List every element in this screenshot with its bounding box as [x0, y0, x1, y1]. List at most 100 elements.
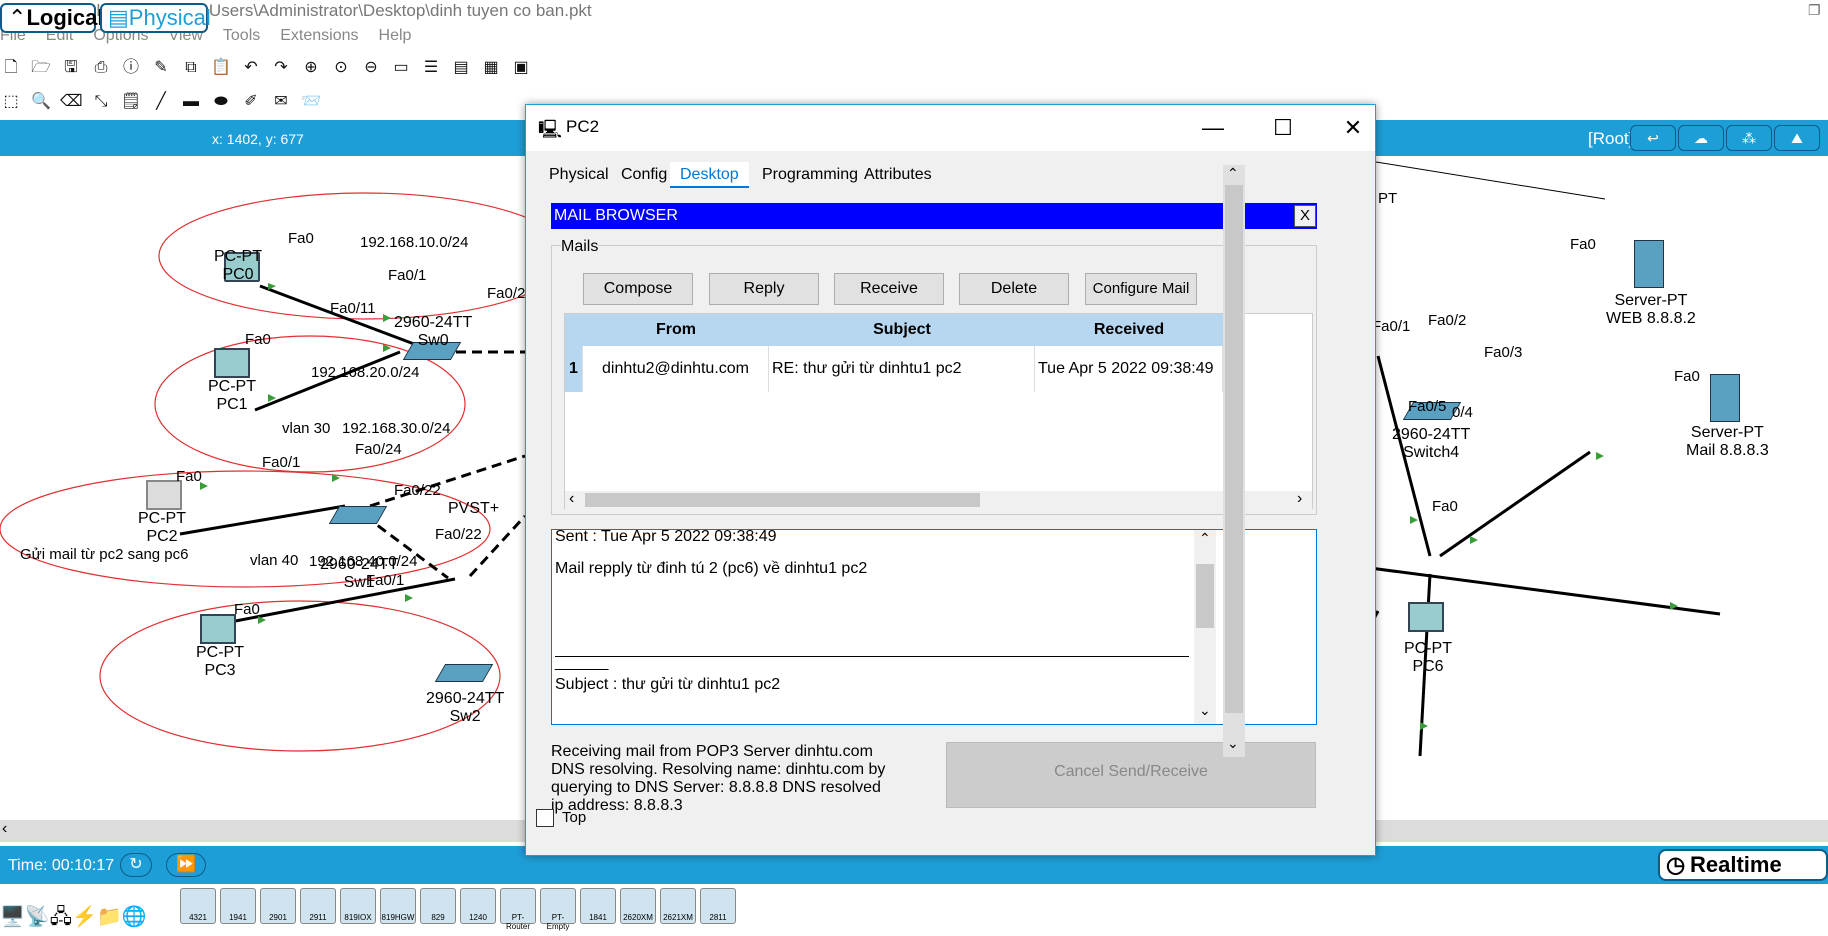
- screenshot-icon[interactable]: ▣: [510, 57, 532, 79]
- back-icon[interactable]: ↩: [1630, 125, 1676, 151]
- network-info-icon[interactable]: ▦: [480, 57, 502, 79]
- col-subject[interactable]: Subject: [769, 314, 1035, 346]
- tab-programming[interactable]: Programming: [752, 162, 868, 188]
- mountain-icon[interactable]: ⛰: [1774, 125, 1820, 151]
- power-cycle-icon[interactable]: ↻: [120, 853, 152, 877]
- tray-device[interactable]: 4321: [180, 888, 216, 924]
- freeform-icon[interactable]: ✐: [240, 91, 262, 113]
- zoom-out-icon[interactable]: ⊖: [360, 57, 382, 79]
- open-icon[interactable]: 🗁: [30, 57, 52, 79]
- tray-device[interactable]: 1841: [580, 888, 616, 924]
- tab-config[interactable]: Config: [611, 162, 677, 188]
- minimize-button[interactable]: —: [1188, 111, 1238, 145]
- copy-icon[interactable]: ⧉: [180, 57, 202, 79]
- sw0-label: 2960-24TT Sw0: [394, 314, 473, 349]
- configure-mail-button[interactable]: Configure Mail: [1085, 273, 1197, 305]
- compose-button[interactable]: Compose: [583, 273, 693, 305]
- notes-icon[interactable]: ▤: [450, 57, 472, 79]
- chevron-left-icon[interactable]: ‹: [569, 490, 574, 508]
- menu-help[interactable]: Help: [379, 27, 412, 44]
- inspect-icon[interactable]: 🔍: [30, 91, 52, 113]
- physical-tab[interactable]: ▤Physical: [100, 3, 211, 33]
- simple-pdu-icon[interactable]: ✉: [270, 91, 292, 113]
- delete-icon[interactable]: ⌫: [60, 91, 83, 113]
- zoom-in-icon[interactable]: ⊕: [300, 57, 322, 79]
- select-icon[interactable]: ⬚: [0, 91, 22, 113]
- tray-device[interactable]: 819HGW: [380, 888, 416, 924]
- reply-button[interactable]: Reply: [709, 273, 819, 305]
- tab-physical[interactable]: Physical: [539, 162, 619, 188]
- tray-device[interactable]: 1941: [220, 888, 256, 924]
- pc1-icon[interactable]: [214, 348, 250, 378]
- ellipse-icon[interactable]: ⬬: [210, 91, 232, 113]
- line-icon[interactable]: ╱: [150, 91, 172, 113]
- pc6-icon[interactable]: [1408, 602, 1444, 632]
- tray-device[interactable]: 2911: [300, 888, 336, 924]
- chevron-up-icon[interactable]: ⌃: [1227, 165, 1239, 182]
- rectangle-icon[interactable]: ▬: [180, 91, 202, 113]
- cell-subject[interactable]: RE: thư gửi từ dinhtu1 pc2: [769, 346, 1035, 392]
- tray-device[interactable]: 819IOX: [340, 888, 376, 924]
- top-checkbox[interactable]: [536, 809, 554, 827]
- desktop-vscrollbar[interactable]: ⌃ ⌄: [1223, 165, 1245, 757]
- tray-device[interactable]: PT-Router: [500, 888, 536, 931]
- undo-icon[interactable]: ↶: [240, 57, 262, 79]
- scroll-thumb[interactable]: [1196, 564, 1214, 628]
- chevron-up-icon[interactable]: ⌃: [1199, 530, 1211, 547]
- tray-device[interactable]: PT-Empty: [540, 888, 576, 931]
- logical-tab[interactable]: ⌃Logical: [0, 3, 103, 33]
- cloud-icon[interactable]: ☁: [1678, 125, 1724, 151]
- row-number[interactable]: 1: [565, 346, 583, 392]
- table-hscrollbar[interactable]: ‹ ›: [565, 490, 1312, 509]
- tray-device[interactable]: 2620XM: [620, 888, 656, 924]
- print-icon[interactable]: ⎙: [90, 57, 112, 79]
- tray-device[interactable]: 829: [420, 888, 456, 924]
- cell-from[interactable]: dinhtu2@dinhtu.com: [583, 346, 769, 392]
- scroll-thumb[interactable]: [1225, 185, 1243, 713]
- fast-forward-icon[interactable]: ⏩: [166, 853, 206, 877]
- cell-received[interactable]: Tue Apr 5 2022 09:38:49: [1035, 346, 1223, 392]
- menu-tools[interactable]: Tools: [223, 27, 260, 44]
- pc3-icon[interactable]: [200, 614, 236, 644]
- chevron-down-icon[interactable]: ⌄: [1227, 735, 1239, 752]
- chevron-left-icon[interactable]: ‹: [2, 820, 7, 838]
- cluster-icon[interactable]: ⁂: [1726, 125, 1772, 151]
- cancel-send-receive-button[interactable]: Cancel Send/Receive: [946, 742, 1316, 808]
- receive-button[interactable]: Receive: [834, 273, 944, 305]
- custom-devices-icon[interactable]: ☰: [420, 57, 442, 79]
- scroll-thumb[interactable]: [585, 493, 980, 507]
- chevron-right-icon[interactable]: ›: [1297, 490, 1302, 508]
- wizard-icon[interactable]: ✎: [150, 57, 172, 79]
- tray-device[interactable]: 1240: [460, 888, 496, 924]
- new-icon[interactable]: 🗋: [0, 57, 22, 79]
- message-vscrollbar[interactable]: ⌃ ⌄: [1194, 530, 1216, 724]
- paste-icon[interactable]: 📋: [210, 57, 232, 79]
- note-icon[interactable]: 🗒: [120, 91, 142, 113]
- chevron-down-icon[interactable]: ⌄: [1199, 702, 1211, 719]
- redo-icon[interactable]: ↷: [270, 57, 292, 79]
- maximize-button[interactable]: ☐: [1258, 111, 1308, 145]
- mail-server-icon[interactable]: [1710, 374, 1740, 422]
- zoom-reset-icon[interactable]: ⊙: [330, 57, 352, 79]
- info-icon[interactable]: ⓘ: [120, 57, 142, 79]
- tab-attributes[interactable]: Attributes: [854, 162, 942, 188]
- realtime-button[interactable]: ◷ Realtime: [1658, 849, 1828, 881]
- col-from[interactable]: From: [583, 314, 769, 346]
- device-category-icons[interactable]: 🖥️📡🖧⚡📁🌐: [0, 902, 147, 936]
- menu-extensions[interactable]: Extensions: [280, 27, 358, 44]
- tray-device[interactable]: 2621XM: [660, 888, 696, 924]
- tab-desktop[interactable]: Desktop: [670, 162, 749, 188]
- delete-button[interactable]: Delete: [959, 273, 1069, 305]
- tray-device[interactable]: 2811: [700, 888, 736, 924]
- resize-icon[interactable]: ⤡: [90, 91, 112, 113]
- restore-icon[interactable]: ❐: [1808, 2, 1821, 19]
- save-icon[interactable]: 🖫: [60, 57, 82, 79]
- mail-browser-close-button[interactable]: X: [1294, 205, 1316, 227]
- pc2-dialog: 🖳 PC2 — ☐ ✕ Physical Config Desktop Prog…: [525, 104, 1376, 856]
- drawing-palette-icon[interactable]: ▭: [390, 57, 412, 79]
- tray-device[interactable]: 2901: [260, 888, 296, 924]
- close-button[interactable]: ✕: [1328, 111, 1378, 145]
- complex-pdu-icon[interactable]: 📨: [300, 91, 322, 113]
- col-received[interactable]: Received: [1035, 314, 1223, 346]
- web-server-icon[interactable]: [1634, 240, 1664, 288]
